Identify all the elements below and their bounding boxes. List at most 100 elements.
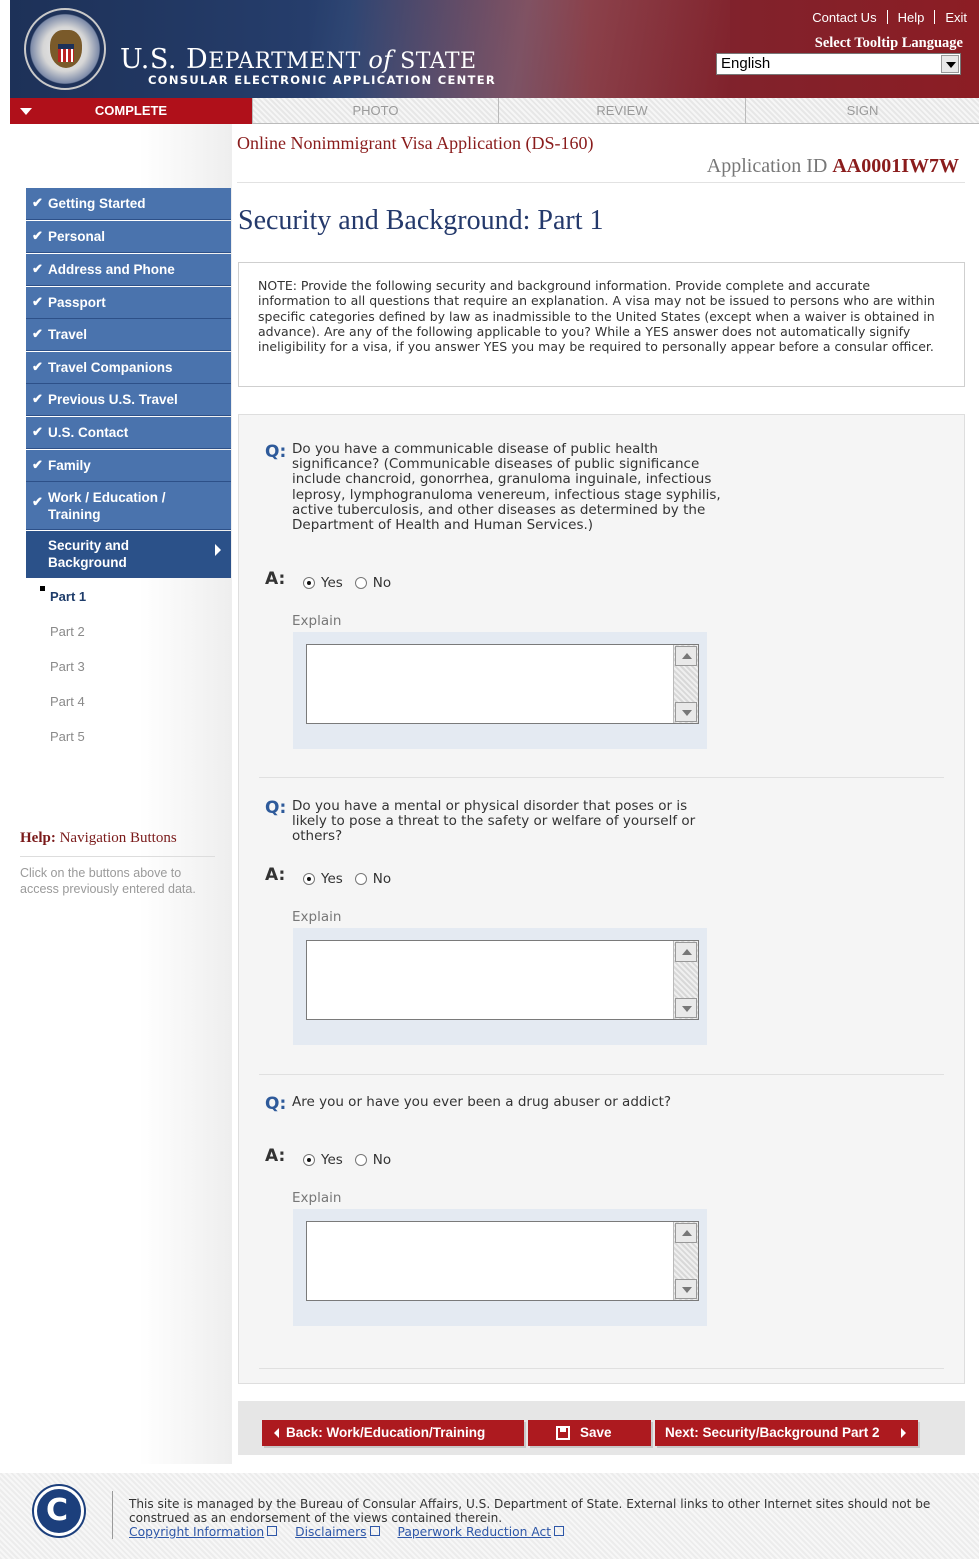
back-button[interactable]: Back: Work/Education/Training — [262, 1420, 524, 1446]
link-label: Paperwork Reduction Act — [397, 1525, 552, 1539]
question-3-explain-textarea[interactable] — [306, 1221, 699, 1301]
floppy-disk-icon — [556, 1426, 570, 1440]
title-of: of — [368, 46, 393, 74]
next-button[interactable]: Next: Security/Background Part 2 — [655, 1420, 918, 1446]
language-select[interactable]: English — [716, 53, 961, 75]
sidebar-item-travel[interactable]: ✔ Travel — [26, 319, 231, 351]
question-1-text: Do you have a communicable disease of pu… — [292, 441, 721, 534]
question-2-no-radio[interactable] — [354, 873, 367, 885]
link-label: Copyright Information — [129, 1525, 265, 1539]
question-1-explain-textarea[interactable] — [306, 644, 699, 724]
help-title-rest: Navigation Buttons — [55, 830, 177, 846]
checkmark-icon: ✔ — [32, 456, 43, 472]
sidebar-item-us-contact[interactable]: ✔ U.S. Contact — [26, 417, 231, 449]
no-label: No — [372, 871, 392, 887]
question-3-text: Are you or have you ever been a drug abu… — [292, 1094, 672, 1110]
step-bar: COMPLETE PHOTO REVIEW SIGN — [10, 98, 979, 124]
link-separator — [886, 10, 888, 24]
disclaimers-link[interactable]: Disclaimers — [295, 1525, 380, 1539]
next-button-label: Next: Security/Background Part 2 — [665, 1425, 880, 1440]
step-label: REVIEW — [596, 103, 648, 118]
sidebar-item-address-and-phone[interactable]: ✔ Address and Phone — [26, 254, 231, 286]
save-button-label: Save — [580, 1425, 612, 1440]
external-link-icon — [369, 1526, 380, 1536]
no-label: No — [372, 575, 392, 591]
checkmark-icon: ✔ — [32, 390, 43, 406]
sidebar-item-family[interactable]: ✔ Family — [26, 450, 231, 482]
question-2-explain-textarea[interactable] — [306, 940, 699, 1020]
scroll-up-icon[interactable] — [675, 1223, 697, 1243]
question-2-explain-container — [293, 928, 707, 1045]
scroll-down-icon[interactable] — [675, 702, 697, 722]
sidebar-subitem-part-1[interactable]: Part 1 — [40, 586, 87, 604]
site-header: U.S. DEPARTMENT of STATE CONSULAR ELECTR… — [10, 0, 979, 98]
scroll-down-icon[interactable] — [675, 1279, 697, 1299]
subitem-label: Part 3 — [50, 659, 85, 674]
title-prefix: U.S. D — [120, 44, 209, 75]
sidebar-item-personal[interactable]: ✔ Personal — [26, 221, 231, 253]
step-label: PHOTO — [352, 103, 399, 118]
textarea-scrollbar[interactable] — [673, 1222, 698, 1300]
scroll-up-icon[interactable] — [675, 646, 697, 666]
exit-link[interactable]: Exit — [945, 10, 967, 25]
step-photo[interactable]: PHOTO — [253, 98, 499, 124]
note-text: NOTE: Provide the following security and… — [258, 278, 935, 355]
sidebar-subitem-part-2[interactable]: Part 2 — [50, 624, 85, 639]
copyright-information-link[interactable]: Copyright Information — [129, 1525, 278, 1539]
step-label: SIGN — [846, 103, 879, 118]
subitem-label: Part 1 — [50, 589, 87, 604]
checkmark-icon: ✔ — [32, 227, 43, 243]
sidebar-item-security-and-background[interactable]: Security and Background — [26, 531, 231, 578]
question-1-yes-radio[interactable] — [303, 577, 315, 589]
sidebar-item-label: Address and Phone — [48, 262, 175, 277]
help-title-bold: Help: — [20, 830, 56, 846]
step-sign[interactable]: SIGN — [746, 98, 979, 124]
scroll-up-icon[interactable] — [675, 942, 697, 962]
answer-label: A: — [265, 569, 286, 589]
application-id: Application ID AA0001IW7W — [707, 155, 959, 178]
sidebar-subitem-part-5[interactable]: Part 5 — [50, 729, 85, 744]
sidebar-item-passport[interactable]: ✔ Passport — [26, 287, 231, 319]
sidebar-item-work-education-training[interactable]: ✔ Work / Education / Training — [26, 482, 231, 530]
scroll-down-icon[interactable] — [675, 998, 697, 1018]
sidebar-item-previous-us-travel[interactable]: ✔ Previous U.S. Travel — [26, 384, 231, 416]
question-2-yes-radio[interactable] — [303, 873, 315, 885]
step-complete[interactable]: COMPLETE — [10, 98, 253, 124]
application-title: Online Nonimmigrant Visa Application (DS… — [237, 133, 594, 153]
subitem-label: Part 4 — [50, 694, 85, 709]
chevron-down-icon[interactable] — [941, 55, 959, 73]
sidebar-item-label: Travel Companions — [48, 360, 173, 375]
sidebar-subitem-part-4[interactable]: Part 4 — [50, 694, 85, 709]
top-links: Contact Us Help Exit — [812, 10, 967, 25]
sidebar-subitem-part-3[interactable]: Part 3 — [50, 659, 85, 674]
question-3-yes-radio[interactable] — [303, 1154, 315, 1166]
textarea-scrollbar[interactable] — [673, 645, 698, 723]
questions-panel: Q: Do you have a communicable disease of… — [238, 414, 965, 1384]
caret-right-icon — [215, 544, 221, 556]
link-label: Disclaimers — [295, 1525, 367, 1539]
answer-label: A: — [265, 1146, 286, 1166]
contact-us-link[interactable]: Contact Us — [812, 10, 876, 25]
step-review[interactable]: REVIEW — [499, 98, 746, 124]
footer-divider — [112, 1491, 113, 1539]
department-title: U.S. DEPARTMENT of STATE — [120, 44, 477, 75]
question-3-no-radio[interactable] — [354, 1154, 367, 1166]
navigation-button-bar: Back: Work/Education/Training Save Next:… — [238, 1401, 965, 1455]
checkmark-icon: ✔ — [32, 260, 43, 276]
help-navigation-title: Help: Navigation Buttons — [20, 830, 177, 847]
shield-shape — [58, 44, 74, 62]
textarea-scrollbar[interactable] — [673, 941, 698, 1019]
save-button[interactable]: Save — [528, 1420, 651, 1446]
language-selected: English — [721, 55, 771, 72]
external-link-icon — [267, 1526, 278, 1536]
paperwork-reduction-act-link[interactable]: Paperwork Reduction Act — [397, 1525, 565, 1539]
help-link[interactable]: Help — [898, 10, 925, 25]
question-1-no-radio[interactable] — [354, 577, 367, 589]
sidebar-item-getting-started[interactable]: ✔ Getting Started — [26, 188, 231, 220]
page-title: Security and Background: Part 1 — [238, 205, 604, 236]
footer-disclaimer-text: This site is managed by the Bureau of Co… — [129, 1497, 931, 1525]
sidebar-item-travel-companions[interactable]: ✔ Travel Companions — [26, 352, 231, 384]
consular-affairs-logo-icon: C — [34, 1486, 84, 1536]
note-box: NOTE: Provide the following security and… — [238, 262, 965, 387]
sidebar-item-label: Travel — [48, 327, 88, 342]
